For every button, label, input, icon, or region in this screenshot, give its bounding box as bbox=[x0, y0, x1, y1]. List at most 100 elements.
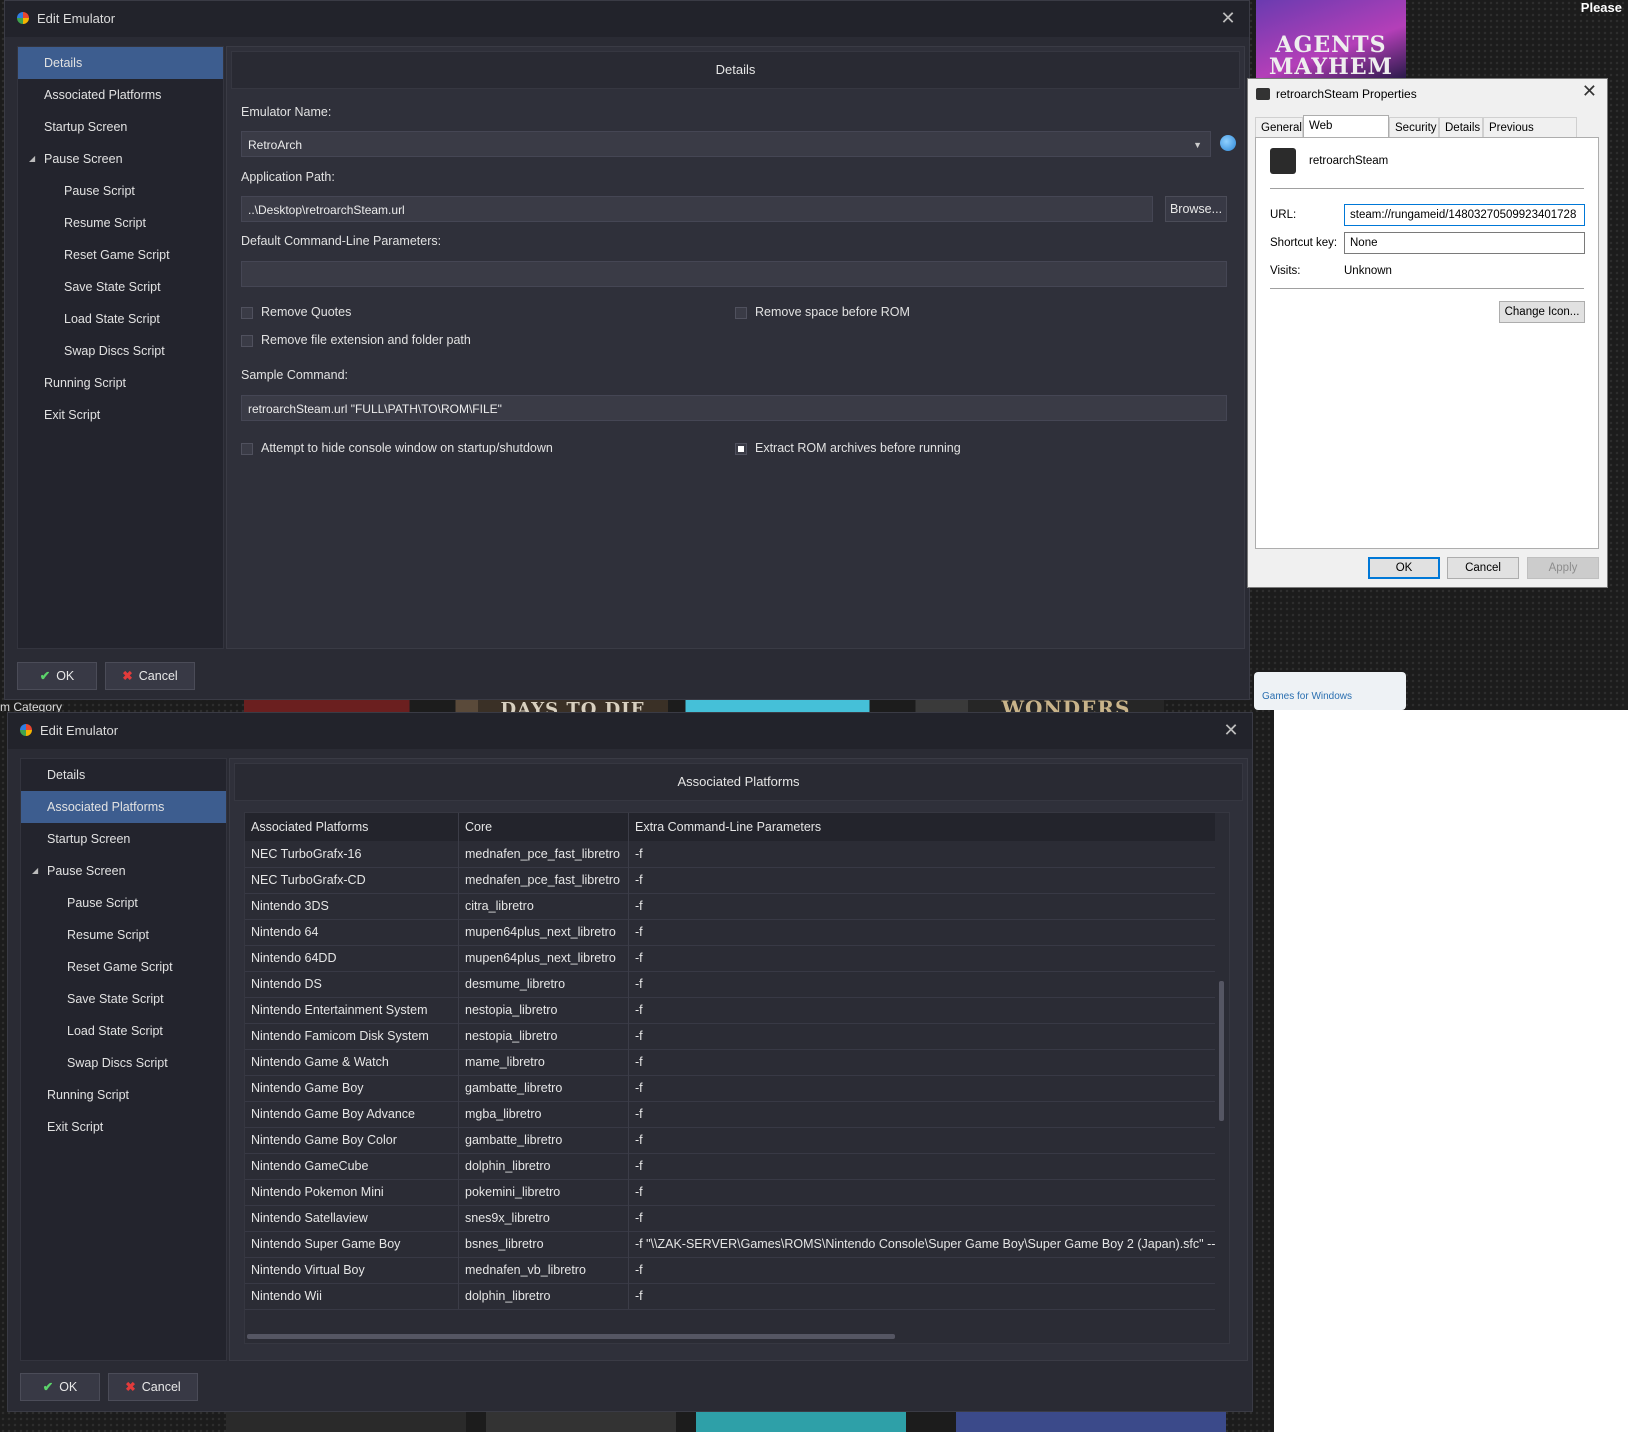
close-icon[interactable]: ✕ bbox=[1220, 719, 1242, 741]
cell-platform[interactable]: Nintendo DS bbox=[245, 971, 459, 997]
sidebar-item-startup-screen[interactable]: Startup Screen bbox=[21, 823, 226, 855]
cell-platform[interactable]: Nintendo 3DS bbox=[245, 893, 459, 919]
table-row[interactable]: Nintendo GameCube dolphin_libretro -f bbox=[245, 1153, 1215, 1180]
cell-platform[interactable]: Nintendo 64DD bbox=[245, 945, 459, 971]
cell-params[interactable]: -f bbox=[629, 1153, 1215, 1179]
sidebar-item-details[interactable]: Details bbox=[21, 759, 226, 791]
column-header-params[interactable]: Extra Command-Line Parameters bbox=[629, 813, 1215, 841]
cell-core[interactable]: mupen64plus_next_libretro bbox=[459, 945, 629, 971]
sidebar-item-exit-script[interactable]: Exit Script bbox=[21, 1111, 226, 1143]
extract-rom-checkbox[interactable] bbox=[735, 443, 747, 455]
cover-agents-of-mayhem[interactable]: AGENTS MAYHEM bbox=[1256, 0, 1406, 78]
table-row[interactable]: Nintendo Super Game Boy bsnes_libretro -f … bbox=[245, 1231, 1215, 1258]
ok-button[interactable]: ✔ OK bbox=[20, 1373, 100, 1401]
apply-button[interactable]: Apply bbox=[1527, 557, 1599, 579]
cell-platform[interactable]: Nintendo Game Boy bbox=[245, 1075, 459, 1101]
cell-core[interactable]: mednafen_pce_fast_libretro bbox=[459, 867, 629, 893]
ok-button[interactable]: OK bbox=[1368, 557, 1440, 579]
sidebar-item-associated-platforms[interactable]: Associated Platforms bbox=[18, 79, 223, 111]
cell-core[interactable]: snes9x_libretro bbox=[459, 1205, 629, 1231]
cell-platform[interactable]: Nintendo Famicom Disk System bbox=[245, 1023, 459, 1049]
browse-button[interactable]: Browse... bbox=[1165, 196, 1227, 222]
table-row[interactable]: NEC TurboGrafx-16 mednafen_pce_fast_libre… bbox=[245, 841, 1215, 868]
table-row[interactable]: Nintendo 3DS citra_libretro -f bbox=[245, 893, 1215, 920]
cell-params[interactable]: -f bbox=[629, 1257, 1215, 1283]
sidebar-item-swap-discs-script[interactable]: Swap Discs Script bbox=[21, 1047, 226, 1079]
tab-previous-versions[interactable]: Previous Versions bbox=[1483, 117, 1577, 154]
table-row[interactable]: Nintendo Famicom Disk System nestopia_lib… bbox=[245, 1023, 1215, 1050]
sidebar-item-resume-script[interactable]: Resume Script bbox=[21, 919, 226, 951]
cell-params[interactable]: -f bbox=[629, 1049, 1215, 1075]
table-row[interactable]: Nintendo 64 mupen64plus_next_libretro -f bbox=[245, 919, 1215, 946]
cell-core[interactable]: mgba_libretro bbox=[459, 1101, 629, 1127]
cell-platform[interactable]: Nintendo Game & Watch bbox=[245, 1049, 459, 1075]
table-row[interactable]: Nintendo 64DD mupen64plus_next_libretro -f bbox=[245, 945, 1215, 972]
table-row[interactable]: Nintendo Game & Watch mame_libretro -f bbox=[245, 1049, 1215, 1076]
url-input[interactable]: steam://rungameid/14803270509923401728 bbox=[1344, 204, 1585, 226]
cell-platform[interactable]: Nintendo Game Boy Advance bbox=[245, 1101, 459, 1127]
cell-core[interactable]: nestopia_libretro bbox=[459, 1023, 629, 1049]
table-row[interactable]: Nintendo Game Boy gambatte_libretro -f bbox=[245, 1075, 1215, 1102]
cell-core[interactable]: pokemini_libretro bbox=[459, 1179, 629, 1205]
cell-core[interactable]: dolphin_libretro bbox=[459, 1153, 629, 1179]
cell-core[interactable]: mednafen_pce_fast_libretro bbox=[459, 841, 629, 867]
table-row[interactable]: Nintendo Satellaview snes9x_libretro -f bbox=[245, 1205, 1215, 1232]
sidebar-item-startup-screen[interactable]: Startup Screen bbox=[18, 111, 223, 143]
sidebar-item-load-state-script[interactable]: Load State Script bbox=[21, 1015, 226, 1047]
cell-params[interactable]: -f bbox=[629, 1023, 1215, 1049]
cover-games-for-windows[interactable]: Games for Windows bbox=[1254, 672, 1406, 710]
sidebar-item-save-state-script[interactable]: Save State Script bbox=[21, 983, 226, 1015]
change-icon-button[interactable]: Change Icon... bbox=[1499, 301, 1585, 323]
table-row[interactable]: Nintendo Entertainment System nestopia_li… bbox=[245, 997, 1215, 1024]
title-bar[interactable]: Edit Emulator ✕ bbox=[8, 713, 1252, 749]
cell-platform[interactable]: Nintendo Pokemon Mini bbox=[245, 1179, 459, 1205]
ok-button[interactable]: ✔ OK bbox=[17, 662, 97, 690]
cell-platform[interactable]: Nintendo Entertainment System bbox=[245, 997, 459, 1023]
cell-platform[interactable]: Nintendo 64 bbox=[245, 919, 459, 945]
sidebar-item-reset-game-script[interactable]: Reset Game Script bbox=[18, 239, 223, 271]
cell-params[interactable]: -f bbox=[629, 1127, 1215, 1153]
remove-extension-checkbox[interactable] bbox=[241, 335, 253, 347]
cell-params[interactable]: -f bbox=[629, 893, 1215, 919]
collapse-triangle-icon[interactable]: ◢ bbox=[32, 855, 38, 887]
sidebar-item-pause-screen[interactable]: ◢ Pause Screen bbox=[18, 143, 223, 175]
cell-platform[interactable]: NEC TurboGrafx-CD bbox=[245, 867, 459, 893]
sidebar-item-save-state-script[interactable]: Save State Script bbox=[18, 271, 223, 303]
close-icon[interactable]: ✕ bbox=[1582, 81, 1597, 102]
sidebar-item-exit-script[interactable]: Exit Script bbox=[18, 399, 223, 431]
sidebar-item-pause-script[interactable]: Pause Script bbox=[21, 887, 226, 919]
table-row[interactable]: Nintendo Virtual Boy mednafen_vb_libretro… bbox=[245, 1257, 1215, 1284]
cancel-button[interactable]: ✖ Cancel bbox=[105, 662, 195, 690]
cell-core[interactable]: citra_libretro bbox=[459, 893, 629, 919]
title-bar[interactable]: Edit Emulator ✕ bbox=[5, 1, 1249, 37]
horizontal-scrollbar[interactable] bbox=[247, 1334, 895, 1339]
tab-security[interactable]: Security bbox=[1389, 117, 1439, 137]
command-line-params-input[interactable] bbox=[241, 261, 1227, 287]
cell-params[interactable]: -f bbox=[629, 867, 1215, 893]
sidebar-item-pause-script[interactable]: Pause Script bbox=[18, 175, 223, 207]
sidebar-item-reset-game-script[interactable]: Reset Game Script bbox=[21, 951, 226, 983]
sidebar-item-details[interactable]: Details bbox=[18, 47, 223, 79]
tab-details[interactable]: Details bbox=[1439, 117, 1483, 137]
collapse-triangle-icon[interactable]: ◢ bbox=[29, 143, 35, 175]
platforms-grid[interactable]: Associated Platforms Core Extra Command-… bbox=[244, 812, 1230, 1344]
cell-core[interactable]: nestopia_libretro bbox=[459, 997, 629, 1023]
table-row[interactable]: Nintendo Game Boy Color gambatte_libretro… bbox=[245, 1127, 1215, 1154]
cell-params[interactable]: -f bbox=[629, 971, 1215, 997]
close-icon[interactable]: ✕ bbox=[1217, 7, 1239, 29]
cell-params[interactable]: -f bbox=[629, 1075, 1215, 1101]
sidebar-item-associated-platforms[interactable]: Associated Platforms bbox=[21, 791, 226, 823]
cell-params[interactable]: -f bbox=[629, 841, 1215, 867]
sidebar-item-load-state-script[interactable]: Load State Script bbox=[18, 303, 223, 335]
cell-platform[interactable]: NEC TurboGrafx-16 bbox=[245, 841, 459, 867]
cell-params[interactable]: -f bbox=[629, 945, 1215, 971]
sidebar-item-resume-script[interactable]: Resume Script bbox=[18, 207, 223, 239]
application-path-input[interactable]: ..\Desktop\retroarchSteam.url bbox=[241, 196, 1153, 222]
cell-params[interactable]: -f bbox=[629, 1179, 1215, 1205]
cell-core[interactable]: mame_libretro bbox=[459, 1049, 629, 1075]
sidebar-item-swap-discs-script[interactable]: Swap Discs Script bbox=[18, 335, 223, 367]
cell-platform[interactable]: Nintendo Virtual Boy bbox=[245, 1257, 459, 1283]
cell-params[interactable]: -f bbox=[629, 1283, 1215, 1309]
tab-general[interactable]: General bbox=[1255, 117, 1303, 137]
cell-core[interactable]: mupen64plus_next_libretro bbox=[459, 919, 629, 945]
